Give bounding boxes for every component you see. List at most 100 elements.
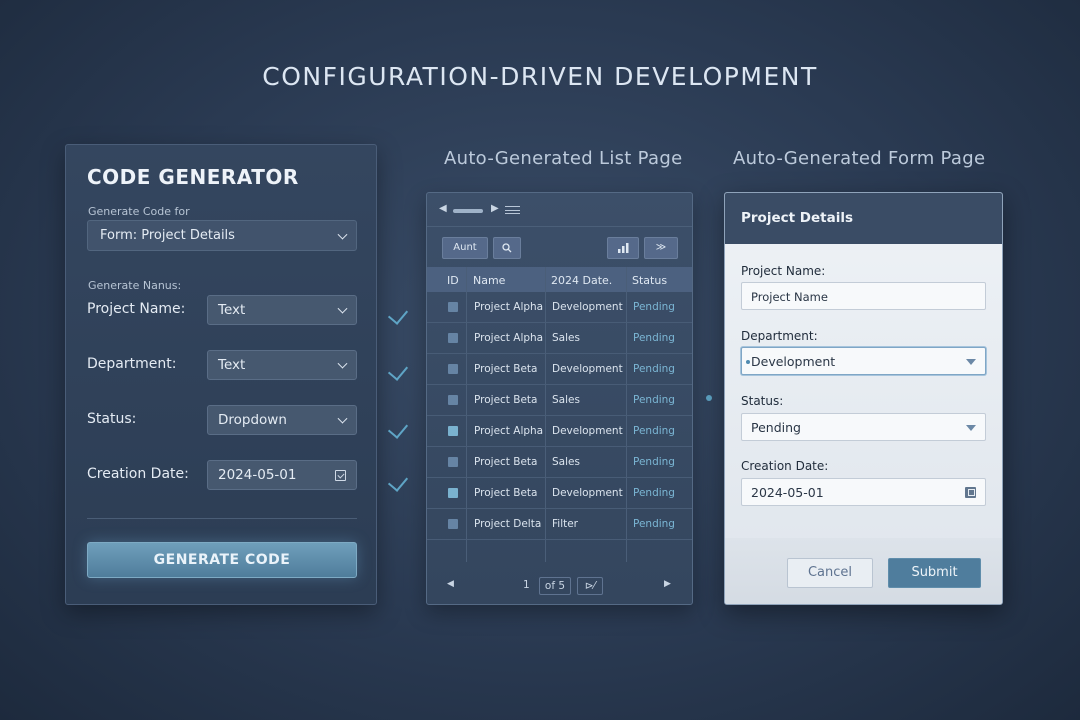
menu-icon[interactable] xyxy=(505,206,520,214)
current-page[interactable]: 1 xyxy=(523,579,530,591)
cell-department: Sales xyxy=(552,332,580,344)
creation-date-input[interactable]: 2024-05-01 xyxy=(741,478,986,506)
cell-status: Pending xyxy=(633,456,675,468)
form-label: Status: xyxy=(741,394,784,408)
cell-department: Development xyxy=(552,425,623,437)
row-checkbox[interactable] xyxy=(448,302,458,312)
field-row-project-name: Project Name: Text xyxy=(87,295,357,325)
prev-page-icon[interactable]: ◀ xyxy=(447,579,454,589)
generate-for-select[interactable]: Form: Project Details xyxy=(87,220,357,251)
table-row[interactable]: Project Beta Sales Pending xyxy=(427,447,692,478)
cell-name: Project Alpha xyxy=(474,425,544,437)
cell-status: Pending xyxy=(633,487,675,499)
back-arrow-icon[interactable]: ◀ xyxy=(439,203,447,214)
field-type-select[interactable]: Text xyxy=(207,295,357,325)
cell-status: Pending xyxy=(633,301,675,313)
table-row[interactable]: Project Beta Development Pending xyxy=(427,354,692,385)
cancel-button[interactable]: Cancel xyxy=(787,558,873,588)
cell-name: Project Beta xyxy=(474,394,538,406)
field-type-value: Dropdown xyxy=(218,412,287,428)
search-button[interactable] xyxy=(493,237,521,259)
submit-button[interactable]: Submit xyxy=(888,558,981,588)
cell-name: Project Alpha xyxy=(474,332,544,344)
row-checkbox[interactable] xyxy=(448,519,458,529)
cell-department: Sales xyxy=(552,456,580,468)
select-value: Pending xyxy=(751,420,801,435)
cell-status: Pending xyxy=(633,363,675,375)
form-header: Project Details xyxy=(725,193,1002,244)
row-checkbox[interactable] xyxy=(448,457,458,467)
chevron-down-icon xyxy=(337,303,348,314)
table-row[interactable]: Project Alpha Development Pending xyxy=(427,416,692,447)
divider xyxy=(87,518,357,519)
chevron-down-icon xyxy=(337,229,348,240)
bar-chart-icon xyxy=(618,243,629,253)
project-name-input[interactable]: Project Name xyxy=(741,282,986,310)
department-select[interactable]: Development xyxy=(741,347,986,375)
cell-status: Pending xyxy=(633,518,675,530)
field-row-creation-date: Creation Date: 2024-05-01 xyxy=(87,460,357,490)
cell-status: Pending xyxy=(633,425,675,437)
form-label: Department: xyxy=(741,329,818,343)
table-row[interactable]: Project Alpha Development Pending xyxy=(427,292,692,323)
field-label: Creation Date: xyxy=(87,466,189,482)
row-checkbox[interactable] xyxy=(448,364,458,374)
chevron-down-icon xyxy=(337,358,348,369)
column-header[interactable]: 2024 Date. xyxy=(551,274,612,287)
select-value: Development xyxy=(751,354,836,369)
cell-department: Sales xyxy=(552,394,580,406)
calendar-icon[interactable] xyxy=(335,470,346,481)
generator-title: CODE GENERATOR xyxy=(87,165,299,189)
page-count: of 5 xyxy=(539,577,571,595)
cell-name: Project Alpha xyxy=(474,301,544,313)
next-arrow-icon[interactable]: ▶ xyxy=(664,579,671,589)
caret-down-icon xyxy=(966,425,976,431)
cell-name: Project Beta xyxy=(474,363,538,375)
date-input[interactable]: 2024-05-01 xyxy=(207,460,357,490)
table-row[interactable]: Project Alpha Sales Pending xyxy=(427,323,692,354)
check-icon xyxy=(387,471,409,492)
cell-department: Filter xyxy=(552,518,579,530)
field-row-status: Status: Dropdown xyxy=(87,405,357,435)
table-row[interactable]: Project Delta Filter Pending xyxy=(427,509,692,540)
column-header[interactable]: Name xyxy=(473,274,505,287)
row-checkbox[interactable] xyxy=(448,426,458,436)
search-icon xyxy=(502,243,512,253)
chart-view-button[interactable] xyxy=(607,237,639,259)
table-row[interactable]: Project Beta Sales Pending xyxy=(427,385,692,416)
field-type-value: Text xyxy=(218,302,246,318)
input-value: Project Name xyxy=(751,290,828,304)
field-row-department: Department: Text xyxy=(87,350,357,380)
list-page-heading: Auto-Generated List Page xyxy=(444,148,683,169)
calendar-icon[interactable] xyxy=(965,487,976,498)
status-select[interactable]: Pending xyxy=(741,413,986,441)
list-page-panel: ◀ ▶ Aunt ≫ ID Name 2024 Date. Status Pro… xyxy=(426,192,693,605)
column-header[interactable]: Status xyxy=(632,274,667,287)
forward-arrow-icon[interactable]: ▶ xyxy=(491,203,499,214)
row-checkbox[interactable] xyxy=(448,488,458,498)
form-label: Creation Date: xyxy=(741,459,829,473)
sort-button[interactable]: ≫ xyxy=(644,237,678,259)
generate-code-button[interactable]: GENERATE CODE xyxy=(87,542,357,578)
nav-scroll-indicator[interactable] xyxy=(453,209,483,213)
connector-dot xyxy=(706,395,712,401)
pagination: ◀ 1 of 5 ⊳⁄ ▶ xyxy=(427,576,692,598)
column-header[interactable]: ID xyxy=(447,274,459,287)
next-page-button[interactable]: ⊳⁄ xyxy=(577,577,603,595)
add-button[interactable]: Aunt xyxy=(442,237,488,259)
cell-department: Development xyxy=(552,363,623,375)
field-label: Project Name: xyxy=(87,301,186,317)
field-type-select[interactable]: Dropdown xyxy=(207,405,357,435)
check-icon xyxy=(387,418,409,439)
focus-indicator xyxy=(746,360,750,364)
cell-status: Pending xyxy=(633,332,675,344)
table-row[interactable]: Project Beta Development Pending xyxy=(427,478,692,509)
cell-status: Pending xyxy=(633,394,675,406)
row-checkbox[interactable] xyxy=(448,333,458,343)
field-label: Department: xyxy=(87,356,177,372)
cell-name: Project Delta xyxy=(474,518,542,530)
field-type-select[interactable]: Text xyxy=(207,350,357,380)
cell-name: Project Beta xyxy=(474,487,538,499)
row-checkbox[interactable] xyxy=(448,395,458,405)
date-value: 2024-05-01 xyxy=(751,485,824,500)
